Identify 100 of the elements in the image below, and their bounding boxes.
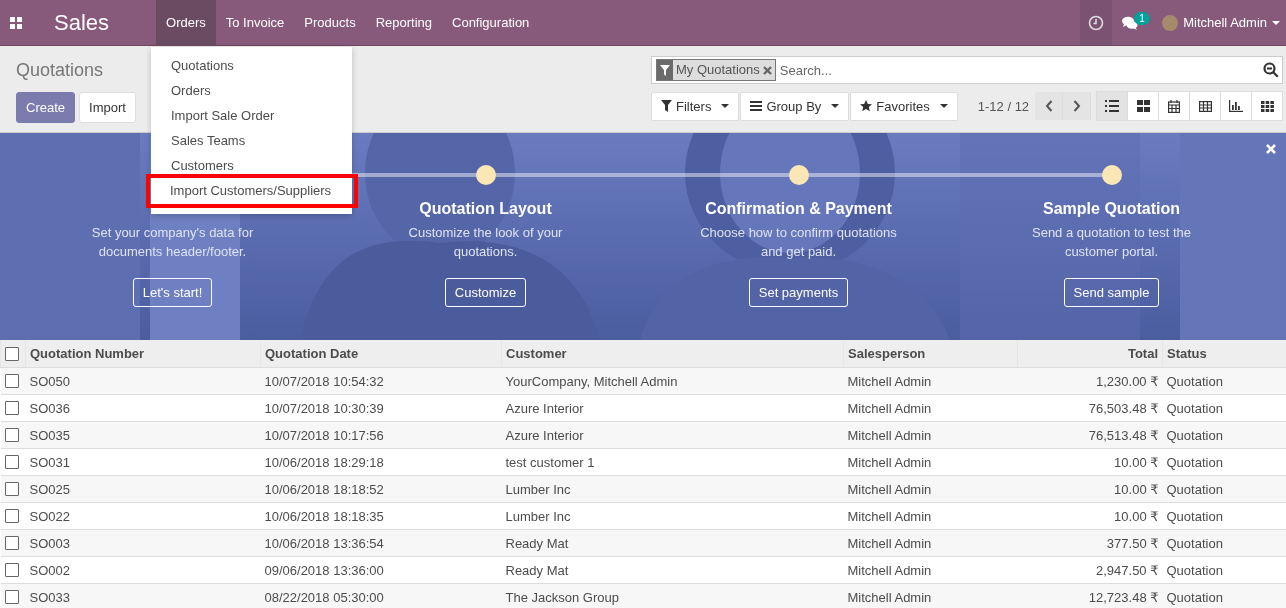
- avatar: [1162, 14, 1179, 31]
- chevron-left-icon: [1044, 100, 1053, 112]
- caret-icon: [1272, 20, 1280, 25]
- table-cell: Mitchell Admin: [843, 556, 1018, 584]
- column-header[interactable]: Total: [1017, 340, 1163, 368]
- view-switch-button[interactable]: [1096, 91, 1128, 121]
- search-facet[interactable]: My Quotations: [656, 59, 776, 81]
- chat-icon: [1122, 15, 1139, 30]
- table-cell: 10/06/2018 13:36:54: [260, 529, 502, 557]
- row-checkbox[interactable]: [4, 509, 19, 523]
- table-cell: Mitchell Admin: [843, 529, 1018, 557]
- table-cell: Mitchell Admin: [843, 394, 1018, 422]
- table-cell: 1,230.00 ₹: [1017, 367, 1163, 395]
- row-checkbox[interactable]: [4, 563, 19, 577]
- step-button[interactable]: Set payments: [748, 278, 849, 307]
- column-header[interactable]: Quotation Number: [25, 340, 261, 368]
- view-switch-button[interactable]: [1220, 91, 1252, 121]
- table-cell: Ready Mat: [501, 556, 844, 584]
- table-cell: SO031: [25, 448, 261, 476]
- table-cell: 09/06/2018 13:36:00: [260, 556, 502, 584]
- table-cell: Quotation: [1162, 448, 1286, 476]
- close-icon[interactable]: [1266, 144, 1276, 154]
- table-cell: Mitchell Admin: [843, 367, 1018, 395]
- table-cell: Quotation: [1162, 529, 1286, 557]
- caret-icon: [831, 104, 840, 108]
- dropdown-item[interactable]: Import Sale Order: [151, 103, 352, 128]
- step-description: Customize the look of your quotations.: [407, 224, 564, 261]
- dropdown-item[interactable]: Orders: [151, 78, 352, 103]
- table-cell: Quotation: [1162, 502, 1286, 530]
- column-header[interactable]: Salesperson: [843, 340, 1018, 368]
- menu-item[interactable]: To Invoice: [215, 0, 295, 45]
- create-button[interactable]: Create: [16, 92, 76, 123]
- dropdown-button[interactable]: Group By: [740, 91, 850, 121]
- table-cell: 10/07/2018 10:30:39: [260, 394, 502, 422]
- view-switch-button[interactable]: [1251, 91, 1283, 121]
- facet-label: My Quotations: [675, 61, 761, 79]
- row-checkbox[interactable]: [4, 401, 19, 415]
- table-cell: Ready Mat: [501, 529, 844, 557]
- row-checkbox[interactable]: [4, 374, 19, 388]
- table-cell: SO022: [25, 502, 261, 530]
- app-name: Sales: [53, 8, 111, 37]
- table-cell: 10/06/2018 18:18:35: [260, 502, 502, 530]
- remove-icon[interactable]: [762, 65, 772, 75]
- dropdown-button[interactable]: Filters: [651, 91, 740, 121]
- activity-button[interactable]: [1080, 0, 1113, 45]
- step-button[interactable]: Customize: [444, 278, 527, 307]
- row-checkbox[interactable]: [4, 482, 19, 496]
- dropdown-item[interactable]: Import Customers/Suppliers: [146, 174, 358, 208]
- clock-icon: [1088, 14, 1105, 31]
- step-description: Set your company's data for documents header/footer.: [90, 224, 255, 261]
- table-cell: SO050: [25, 367, 261, 395]
- star-icon: [860, 100, 873, 112]
- row-checkbox[interactable]: [4, 428, 19, 442]
- apps-menu-icon[interactable]: [10, 16, 22, 29]
- menu-item[interactable]: Orders: [156, 0, 216, 45]
- pager-value: 1-12 / 12: [977, 98, 1030, 114]
- column-header[interactable]: Quotation Date: [260, 340, 502, 368]
- dropdown-item[interactable]: Quotations: [151, 53, 352, 78]
- menu-item[interactable]: Reporting: [365, 0, 442, 45]
- user-menu[interactable]: Mitchell Admin: [1162, 0, 1286, 45]
- menu-item[interactable]: Configuration: [442, 0, 540, 45]
- table-cell: 76,503.48 ₹: [1017, 394, 1163, 422]
- table-cell: 10.00 ₹: [1017, 475, 1163, 503]
- column-header[interactable]: Customer: [501, 340, 844, 368]
- import-button[interactable]: Import: [79, 92, 136, 123]
- view-switch-button[interactable]: [1127, 91, 1159, 121]
- column-header[interactable]: Status: [1162, 340, 1286, 368]
- table-cell: YourCompany, Mitchell Admin: [501, 367, 844, 395]
- table-cell: Azure Interior: [501, 394, 844, 422]
- table-cell: Quotation: [1162, 421, 1286, 449]
- table-cell: SO025: [25, 475, 261, 503]
- dropdown-button[interactable]: Favorites: [850, 91, 958, 121]
- caret-icon: [939, 104, 948, 108]
- table-cell: Mitchell Admin: [843, 475, 1018, 503]
- step-button[interactable]: Let's start!: [132, 278, 213, 307]
- list-icon: [750, 101, 763, 111]
- table-cell: SO035: [25, 421, 261, 449]
- table-cell: Azure Interior: [501, 421, 844, 449]
- table-view-icon: [1198, 100, 1212, 112]
- table-cell: Mitchell Admin: [843, 421, 1018, 449]
- table-cell: SO033: [25, 583, 261, 608]
- bar-chart-view-icon: [1229, 100, 1243, 112]
- table-cell: SO003: [25, 529, 261, 557]
- table-cell: 10.00 ₹: [1017, 448, 1163, 476]
- menu-item[interactable]: Products: [294, 0, 366, 45]
- step-button[interactable]: Send sample: [1063, 278, 1160, 307]
- view-switch-button[interactable]: [1189, 91, 1221, 121]
- dropdown-item[interactable]: Sales Teams: [151, 128, 352, 153]
- row-checkbox[interactable]: [4, 455, 19, 469]
- select-all-checkbox[interactable]: [5, 346, 19, 361]
- kanban-view-icon: [1136, 100, 1150, 112]
- view-switch-button[interactable]: [1158, 91, 1190, 121]
- table-cell: 10/07/2018 10:17:56: [260, 421, 502, 449]
- table-cell: 377.50 ₹: [1017, 529, 1163, 557]
- search-field[interactable]: My Quotations Search...: [651, 56, 1283, 84]
- search-icon[interactable]: [1263, 62, 1279, 78]
- table-cell: Lumber Inc: [501, 502, 844, 530]
- table-cell: 12,723.48 ₹: [1017, 583, 1163, 608]
- row-checkbox[interactable]: [4, 590, 19, 604]
- row-checkbox[interactable]: [4, 536, 19, 550]
